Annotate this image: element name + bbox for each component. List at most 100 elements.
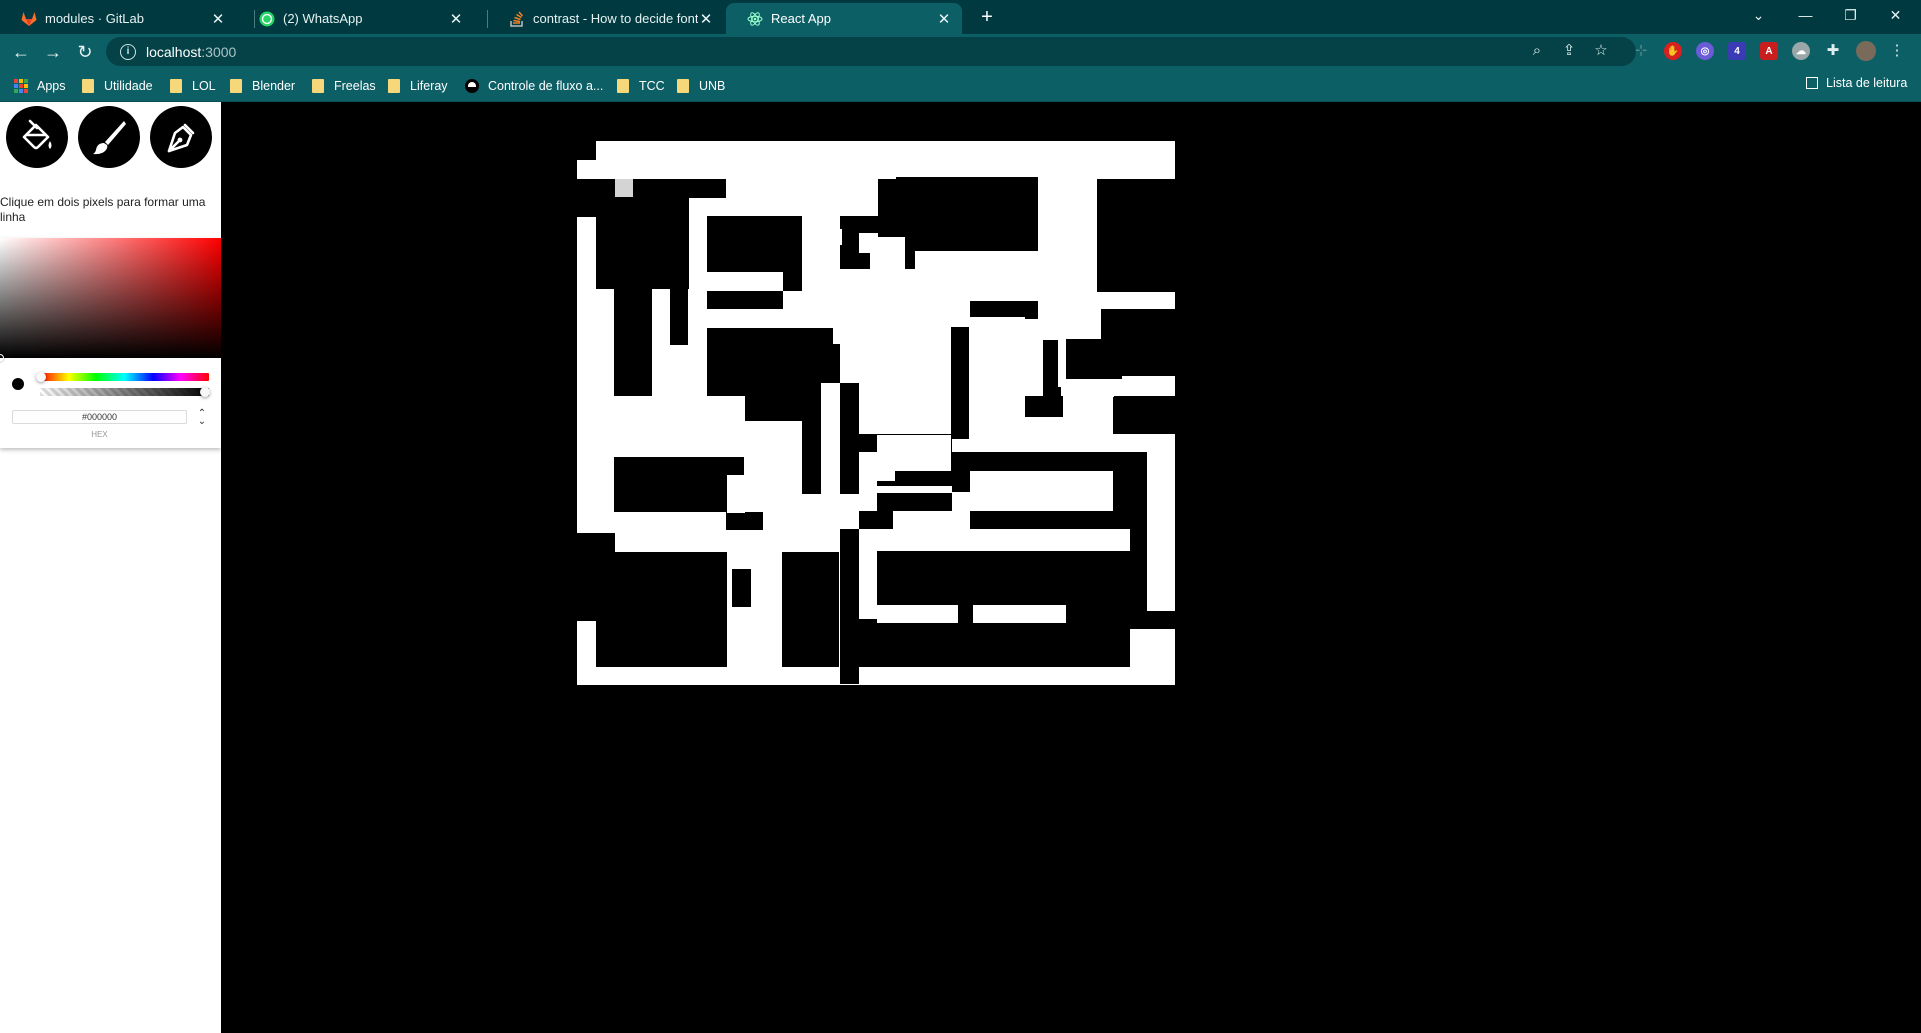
tab-whatsapp[interactable]: (2) WhatsApp ✕: [238, 3, 474, 34]
close-tab-icon[interactable]: ✕: [448, 11, 464, 28]
maze-hole: [577, 179, 596, 217]
extension-cube-icon[interactable]: 4: [1728, 42, 1746, 60]
extensions-puzzle-icon[interactable]: ✚: [1824, 41, 1842, 59]
extension-cloud-icon[interactable]: ☁: [1792, 42, 1810, 60]
bookmark-tcc[interactable]: TCC: [617, 76, 665, 96]
maze-corridor: [951, 255, 1025, 275]
bookmark-controle-de-fluxo[interactable]: Controle de fluxo a...: [465, 76, 603, 96]
maze-corridor: [727, 475, 745, 513]
maze-hole: [577, 141, 596, 160]
tab-title: modules · GitLab: [45, 11, 144, 26]
share-icon[interactable]: ⇪: [1560, 41, 1578, 59]
maze-corridor: [596, 396, 652, 436]
maze-hole: [596, 552, 727, 667]
tab-gitlab[interactable]: modules · GitLab ✕: [0, 3, 236, 34]
hex-input[interactable]: [12, 410, 187, 424]
reading-list-button[interactable]: Lista de leitura: [1806, 76, 1907, 90]
close-tab-icon[interactable]: ✕: [936, 11, 952, 28]
maze-hole: [970, 301, 1038, 319]
bookmark-liferay[interactable]: Liferay: [388, 76, 448, 96]
bookmark-label: Apps: [37, 79, 66, 93]
pen-line-tool-button[interactable]: [150, 106, 212, 168]
alpha-slider-handle[interactable]: [200, 387, 210, 397]
address-port: :3000: [201, 43, 237, 60]
pdf-extension-icon[interactable]: A: [1760, 42, 1778, 60]
folder-icon: [230, 79, 242, 93]
drawing-canvas[interactable]: [577, 141, 1175, 685]
address-host: localhost: [146, 43, 202, 60]
pen-nib-icon: [167, 123, 195, 153]
reload-button[interactable]: ↻: [72, 39, 98, 65]
maze-hole: [1025, 396, 1063, 417]
restore-button[interactable]: ❐: [1828, 0, 1873, 30]
maze-corridor: [970, 317, 1025, 437]
back-button[interactable]: ←: [8, 39, 34, 65]
bookmark-label: UNB: [699, 79, 726, 93]
saturation-pointer[interactable]: [0, 354, 4, 362]
bookmark-label: Controle de fluxo a...: [488, 79, 604, 93]
toggle-format-icon[interactable]: ⌃ ⌄: [195, 409, 209, 430]
folder-icon: [312, 79, 324, 93]
folder-icon: [170, 79, 182, 93]
hex-label: hex: [91, 430, 108, 439]
paint-bucket-icon: [22, 119, 52, 150]
maze-hole: [614, 457, 726, 512]
maze-hole: [689, 179, 726, 198]
reading-list-label: Lista de leitura: [1826, 76, 1908, 90]
close-window-button[interactable]: ✕: [1873, 0, 1918, 30]
profile-avatar[interactable]: [1856, 41, 1876, 61]
maze-hole: [707, 291, 783, 309]
maze-corridor: [763, 436, 781, 457]
tab-title: contrast - How to decide font co: [533, 11, 698, 26]
maze-corridor: [877, 471, 895, 481]
bookmark-label: Utilidade: [104, 79, 153, 93]
forward-button[interactable]: →: [40, 39, 66, 65]
bookmark-star-icon[interactable]: ☆: [1592, 41, 1610, 59]
bookmark-freelas[interactable]: Freelas: [312, 76, 376, 96]
address-bar[interactable]: i localhost:3000: [106, 37, 1636, 66]
more-menu-icon[interactable]: ⋮: [1888, 41, 1906, 59]
maze-corridor: [652, 396, 745, 435]
maze-corridor: [970, 471, 1113, 511]
bookmark-label: TCC: [639, 79, 665, 93]
maze-corridor: [973, 605, 1066, 623]
new-tab-button[interactable]: +: [976, 6, 998, 28]
maze-corridor: [877, 605, 958, 623]
maze-corridor: [1061, 322, 1097, 339]
maze-corridor: [833, 269, 941, 344]
bookmark-lol[interactable]: LOL: [170, 76, 216, 96]
brush-tool-button[interactable]: [78, 106, 140, 168]
tab-search-chevron-icon[interactable]: ⌄: [1736, 0, 1781, 30]
maze-hole: [840, 383, 859, 494]
bookmark-utilidade[interactable]: Utilidade: [82, 76, 153, 96]
maze-hole: [1113, 396, 1175, 434]
reading-list-icon: [1806, 77, 1818, 89]
site-info-icon[interactable]: i: [120, 43, 136, 60]
extension-hand-icon[interactable]: ✋: [1664, 42, 1682, 60]
hue-slider[interactable]: [40, 373, 209, 381]
bookmark-unb[interactable]: UNB: [677, 76, 725, 96]
fill-bucket-tool-button[interactable]: [6, 106, 68, 168]
close-tab-icon[interactable]: ✕: [210, 11, 226, 28]
extension-placeholder-icon[interactable]: ⊹: [1632, 41, 1650, 59]
maze-corridor: [870, 237, 905, 275]
extension-spiral-icon[interactable]: ◎: [1696, 42, 1714, 60]
stackoverflow-icon: [508, 10, 525, 27]
bookmark-blender[interactable]: Blender: [230, 76, 295, 96]
minimize-button[interactable]: —: [1783, 0, 1828, 30]
tab-stackoverflow[interactable]: contrast - How to decide font co ✕: [488, 3, 724, 34]
maze-hole: [802, 328, 821, 494]
close-tab-icon[interactable]: ✕: [698, 11, 714, 28]
maze-corridor: [877, 529, 1130, 551]
hue-slider-handle[interactable]: [36, 372, 46, 382]
bookmark-apps[interactable]: Apps: [14, 76, 66, 96]
zoom-icon[interactable]: ⌕: [1528, 41, 1546, 59]
alpha-slider[interactable]: [40, 388, 209, 396]
maze-hole: [596, 533, 615, 552]
saturation-area[interactable]: [0, 238, 221, 358]
maze-corridor: [707, 272, 783, 290]
maze-corridor: [802, 494, 858, 529]
browser-tab-strip: modules · GitLab ✕ (2) WhatsApp ✕ contra…: [0, 0, 1921, 34]
maze-corridor: [763, 475, 801, 530]
tab-react-app[interactable]: React App ✕: [726, 3, 962, 34]
